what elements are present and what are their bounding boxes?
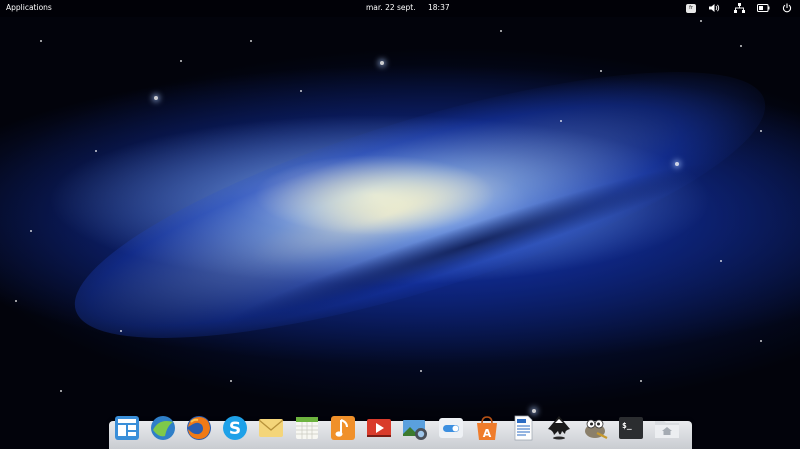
music-icon: [331, 416, 355, 440]
videos-icon: [367, 419, 391, 437]
dock-item-videos[interactable]: [365, 414, 393, 442]
galaxy-core: [50, 18, 790, 392]
terminal-icon: $_: [619, 417, 643, 439]
power-icon: [782, 3, 792, 13]
svg-text:S: S: [229, 419, 241, 439]
dock-item-system-settings[interactable]: [437, 414, 465, 442]
mail-icon: [258, 419, 284, 437]
dock-item-music[interactable]: [329, 414, 357, 442]
star: [700, 20, 702, 22]
star: [675, 162, 679, 166]
time-label: 18:37: [428, 3, 450, 12]
dock-item-files[interactable]: [653, 414, 681, 442]
volume-icon: [709, 4, 720, 12]
star: [15, 300, 17, 302]
dock-item-midori-browser[interactable]: [149, 414, 177, 442]
star: [300, 90, 302, 92]
dock-item-text-editor[interactable]: [509, 414, 537, 442]
dock-item-app-center[interactable]: A: [473, 414, 501, 442]
star: [180, 60, 182, 62]
document-icon: [514, 415, 533, 441]
midori-icon: [151, 416, 175, 440]
dock-item-gimp[interactable]: [581, 414, 609, 442]
star: [40, 40, 42, 42]
dock-launchers: S A $_: [113, 414, 681, 442]
star: [560, 120, 562, 122]
dock-item-photos[interactable]: [401, 414, 429, 442]
star: [760, 130, 762, 132]
sound-indicator[interactable]: [708, 2, 722, 14]
star: [600, 70, 602, 72]
firefox-icon: [187, 416, 211, 440]
inkscape-icon: [548, 416, 570, 440]
dock-item-inkscape[interactable]: [545, 414, 573, 442]
star: [720, 260, 722, 262]
star: [760, 340, 762, 342]
date-label: mar. 22 sept.: [366, 3, 416, 12]
star: [420, 370, 422, 372]
star: [95, 150, 97, 152]
dock-item-calendar[interactable]: [293, 414, 321, 442]
app-center-icon: A: [477, 416, 497, 440]
star: [500, 30, 502, 32]
star: [380, 61, 384, 65]
settings-switch-icon: [439, 418, 463, 438]
battery-indicator[interactable]: [756, 2, 770, 14]
indicator-area: fr: [684, 2, 794, 14]
gimp-icon: [585, 419, 608, 439]
dock-item-multitasking-view[interactable]: [113, 414, 141, 442]
svg-text:$_: $_: [622, 421, 632, 430]
star: [154, 96, 158, 100]
applications-menu[interactable]: Applications: [6, 3, 52, 12]
star: [60, 390, 62, 392]
star: [230, 380, 232, 382]
folder-icon: [655, 421, 679, 438]
dock-item-firefox[interactable]: [185, 414, 213, 442]
dock-item-mail[interactable]: [257, 414, 285, 442]
desktop-wallpaper: [0, 0, 800, 449]
photos-icon: [403, 420, 427, 440]
skype-icon: S: [223, 416, 247, 440]
star: [640, 380, 642, 382]
keyboard-icon: fr: [686, 3, 696, 13]
battery-icon: [756, 4, 769, 12]
session-indicator[interactable]: [780, 2, 794, 14]
keyboard-indicator[interactable]: fr: [684, 2, 698, 14]
star: [120, 330, 122, 332]
network-indicator[interactable]: [732, 2, 746, 14]
dock-item-skype[interactable]: S: [221, 414, 249, 442]
star: [740, 45, 742, 47]
star: [250, 40, 252, 42]
svg-text:A: A: [483, 427, 492, 440]
dock-item-terminal[interactable]: $_: [617, 414, 645, 442]
calendar-icon: [296, 417, 318, 439]
top-panel: Applications mar. 22 sept. 18:37 fr: [0, 0, 800, 17]
network-icon: [733, 3, 745, 13]
multitasking-icon: [115, 416, 139, 440]
date-time-indicator[interactable]: mar. 22 sept. 18:37: [366, 3, 450, 12]
star: [30, 230, 32, 232]
star: [532, 409, 536, 413]
